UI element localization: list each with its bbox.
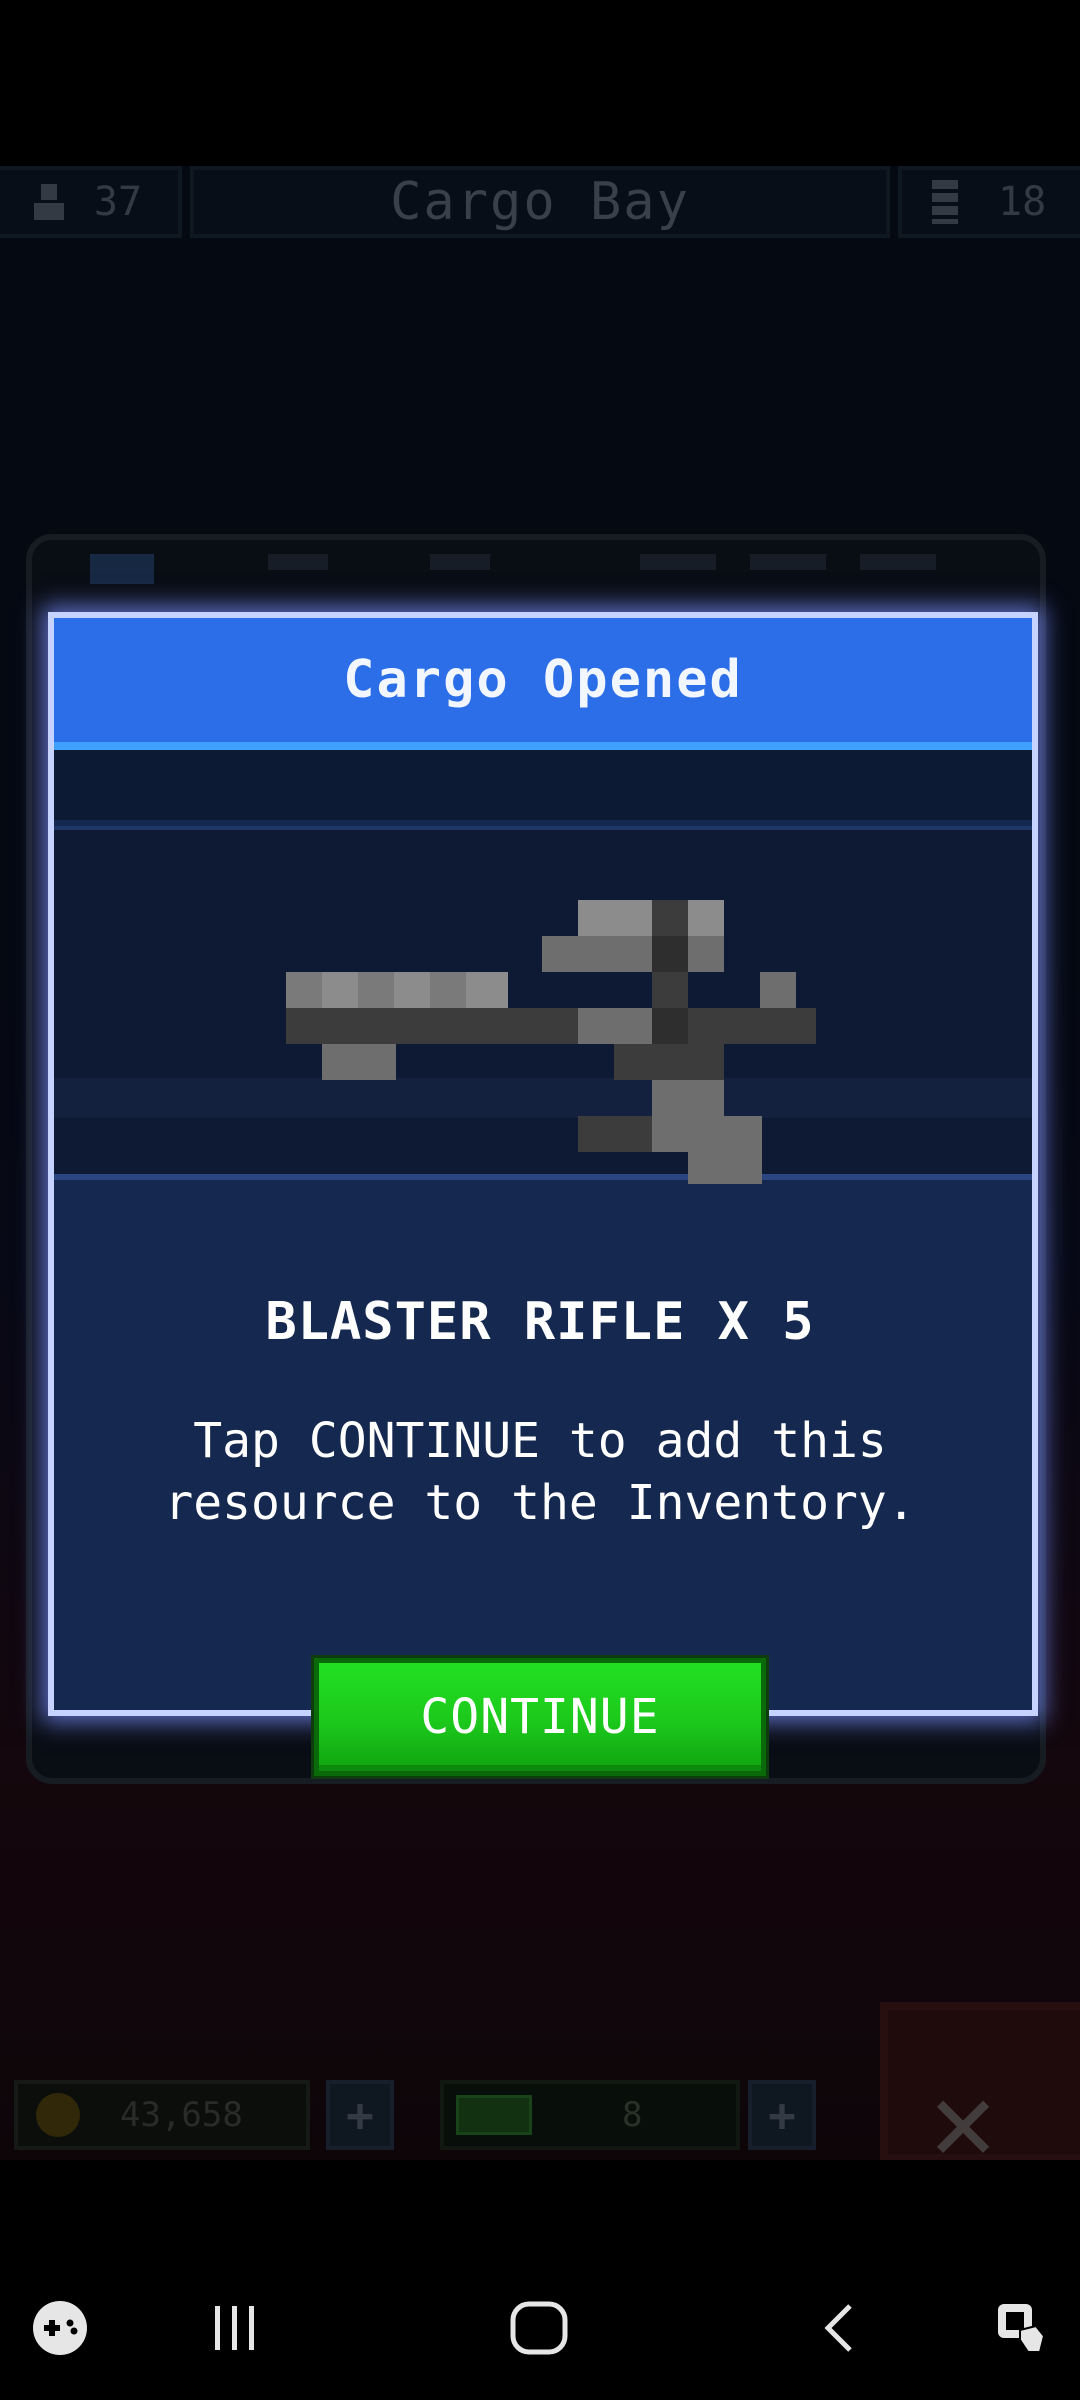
dialog-title: Cargo Opened bbox=[343, 650, 743, 710]
home-button[interactable] bbox=[504, 2296, 574, 2360]
system-nav-bar bbox=[0, 2160, 1080, 2400]
home-icon bbox=[510, 2301, 568, 2355]
accessibility-button[interactable] bbox=[990, 2296, 1054, 2360]
blaster-rifle-icon bbox=[286, 900, 816, 1184]
cargo-opened-dialog: Cargo Opened bbox=[48, 612, 1038, 1716]
accessibility-icon bbox=[998, 2304, 1046, 2353]
back-icon bbox=[824, 2304, 852, 2352]
recent-apps-icon bbox=[215, 2306, 254, 2350]
dialog-header: Cargo Opened bbox=[54, 618, 1032, 750]
game-launcher-icon bbox=[33, 2301, 87, 2355]
item-description: Tap CONTINUE to add this resource to the… bbox=[164, 1413, 916, 1531]
recent-apps-button[interactable] bbox=[200, 2296, 270, 2360]
dialog-strip bbox=[54, 750, 1032, 820]
continue-label: CONTINUE bbox=[420, 1689, 660, 1745]
back-button[interactable] bbox=[810, 2296, 870, 2360]
game-launcher-button[interactable] bbox=[28, 2296, 92, 2360]
item-preview bbox=[54, 826, 1032, 1184]
item-name: BLASTER RIFLE X 5 bbox=[265, 1292, 815, 1352]
continue-button[interactable]: CONTINUE bbox=[314, 1658, 766, 1776]
